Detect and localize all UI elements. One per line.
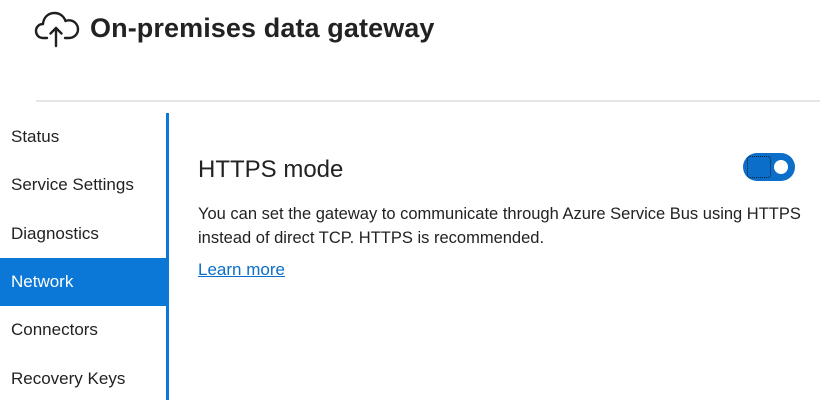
sidebar-item-network[interactable]: Network — [0, 258, 166, 306]
app-title: On-premises data gateway — [90, 12, 435, 43]
sidebar-item-status[interactable]: Status — [0, 113, 166, 161]
header-divider — [36, 100, 820, 102]
sidebar-item-service-settings[interactable]: Service Settings — [0, 161, 166, 209]
toggle-knob — [774, 160, 788, 174]
sidebar-nav: Status Service Settings Diagnostics Netw… — [0, 113, 166, 400]
learn-more-link[interactable]: Learn more — [198, 260, 285, 280]
sidebar-item-connectors[interactable]: Connectors — [0, 306, 166, 354]
sidebar-item-diagnostics[interactable]: Diagnostics — [0, 210, 166, 258]
https-mode-toggle[interactable] — [743, 153, 795, 181]
sidebar-item-recovery-keys[interactable]: Recovery Keys — [0, 355, 166, 400]
https-mode-description: You can set the gateway to communicate t… — [198, 205, 801, 247]
sidebar-divider — [166, 113, 169, 400]
toggle-focus-ring — [747, 156, 771, 178]
cloud-upload-icon — [34, 11, 80, 48]
gateway-app-window: On-premises data gateway Status Service … — [0, 0, 825, 400]
app-header: On-premises data gateway — [34, 6, 435, 50]
https-mode-heading: HTTPS mode — [198, 156, 344, 183]
